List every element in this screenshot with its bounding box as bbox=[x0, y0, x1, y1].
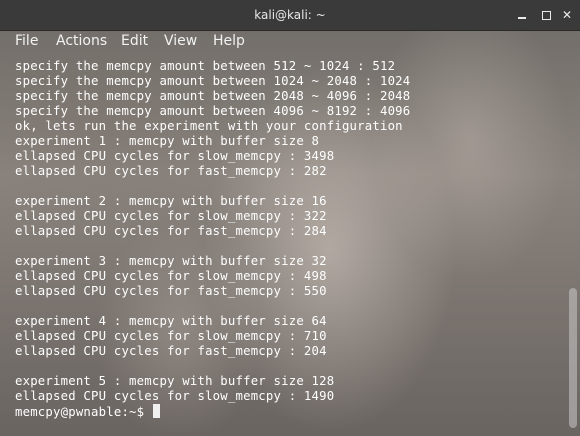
menu-actions[interactable]: Actions bbox=[56, 31, 107, 51]
terminal-line: specify the memcpy amount between 512 ~ … bbox=[15, 59, 396, 73]
terminal-line: ellapsed CPU cycles for slow_memcpy : 34… bbox=[15, 149, 335, 163]
terminal-window: kali@kali: ~ ✕ File Actions Edit View He… bbox=[0, 0, 580, 436]
terminal-line: ellapsed CPU cycles for slow_memcpy : 49… bbox=[15, 269, 327, 283]
terminal-output[interactable]: specify the memcpy amount between 512 ~ … bbox=[15, 59, 560, 429]
maximize-button[interactable] bbox=[538, 7, 554, 23]
minimize-icon bbox=[518, 17, 526, 19]
maximize-icon bbox=[542, 11, 551, 20]
menu-bar: File Actions Edit View Help bbox=[0, 31, 580, 51]
window-title: kali@kali: ~ bbox=[254, 8, 326, 22]
terminal-line: experiment 2 : memcpy with buffer size 1… bbox=[15, 194, 327, 208]
title-bar[interactable]: kali@kali: ~ ✕ bbox=[0, 0, 580, 31]
terminal-line: specify the memcpy amount between 4096 ~… bbox=[15, 104, 411, 118]
scrollbar[interactable] bbox=[569, 288, 577, 428]
terminal-line: ellapsed CPU cycles for fast_memcpy : 28… bbox=[15, 164, 327, 178]
terminal-line: ellapsed CPU cycles for fast_memcpy : 55… bbox=[15, 284, 327, 298]
text-cursor bbox=[152, 404, 160, 418]
terminal-line: ellapsed CPU cycles for slow_memcpy : 32… bbox=[15, 209, 327, 223]
minimize-button[interactable] bbox=[514, 7, 530, 23]
close-icon: ✕ bbox=[561, 8, 573, 22]
terminal-line: ellapsed CPU cycles for fast_memcpy : 20… bbox=[15, 344, 327, 358]
menu-view[interactable]: View bbox=[164, 31, 197, 51]
terminal-line: specify the memcpy amount between 2048 ~… bbox=[15, 89, 411, 103]
menu-file[interactable]: File bbox=[15, 31, 38, 51]
terminal-line: experiment 5 : memcpy with buffer size 1… bbox=[15, 374, 335, 388]
terminal-line: ellapsed CPU cycles for slow_memcpy : 71… bbox=[15, 329, 327, 343]
close-button[interactable]: ✕ bbox=[559, 7, 575, 23]
terminal-prompt-line[interactable]: memcpy@pwnable:~$ bbox=[15, 404, 160, 419]
terminal-line: ellapsed CPU cycles for slow_memcpy : 14… bbox=[15, 389, 335, 403]
terminal-line: specify the memcpy amount between 1024 ~… bbox=[15, 74, 411, 88]
terminal-line: ellapsed CPU cycles for fast_memcpy : 28… bbox=[15, 224, 327, 238]
terminal-line: experiment 4 : memcpy with buffer size 6… bbox=[15, 314, 327, 328]
terminal-line: ok, lets run the experiment with your co… bbox=[15, 119, 403, 133]
menu-help[interactable]: Help bbox=[213, 31, 245, 51]
menu-edit[interactable]: Edit bbox=[121, 31, 148, 51]
shell-prompt: memcpy@pwnable:~$ bbox=[15, 405, 152, 419]
terminal-line: experiment 1 : memcpy with buffer size 8 bbox=[15, 134, 320, 148]
terminal-line: experiment 3 : memcpy with buffer size 3… bbox=[15, 254, 327, 268]
